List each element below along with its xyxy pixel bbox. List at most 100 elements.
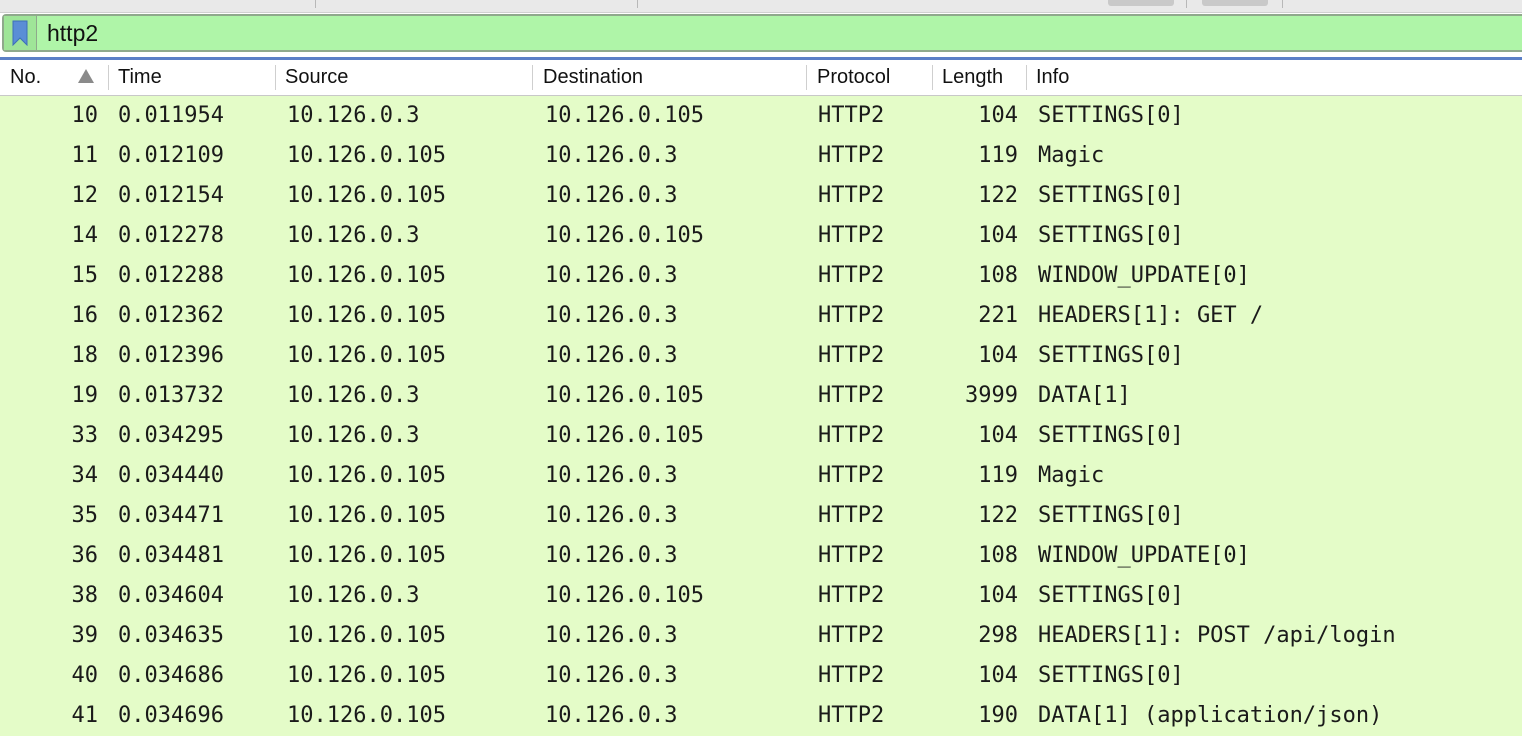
packet-no-cell: 39 — [71, 623, 99, 648]
column-separator[interactable] — [275, 65, 276, 90]
packet-time-cell: 0.034635 — [118, 623, 224, 648]
packet-destination-cell: 10.126.0.3 — [545, 183, 678, 208]
packet-time-cell: 0.011954 — [118, 103, 224, 128]
packet-destination-cell: 10.126.0.3 — [545, 503, 678, 528]
packet-destination-cell: 10.126.0.3 — [545, 703, 678, 728]
packet-protocol-cell: HTTP2 — [818, 543, 885, 568]
display-filter-input[interactable] — [37, 16, 1522, 50]
toolbar-button[interactable] — [1202, 0, 1268, 6]
packet-no-cell: 15 — [71, 263, 99, 288]
packet-row[interactable]: 10 0.011954 10.126.0.3 10.126.0.105 HTTP2 104… — [0, 96, 1522, 136]
packet-source-cell: 10.126.0.105 — [287, 343, 446, 368]
packet-row[interactable]: 36 0.034481 10.126.0.105 10.126.0.3 HTTP2 108… — [0, 536, 1522, 576]
packet-protocol-cell: HTTP2 — [818, 303, 885, 328]
packet-time-cell: 0.034440 — [118, 463, 224, 488]
packet-length-cell: 104 — [978, 343, 1018, 368]
packet-length-cell: 122 — [978, 503, 1018, 528]
packet-protocol-cell: HTTP2 — [818, 463, 885, 488]
display-filter-bar — [2, 14, 1522, 52]
packet-row[interactable]: 35 0.034471 10.126.0.105 10.126.0.3 HTTP2 122… — [0, 496, 1522, 536]
column-separator[interactable] — [806, 65, 807, 90]
packet-source-cell: 10.126.0.105 — [287, 183, 446, 208]
packet-destination-cell: 10.126.0.105 — [545, 383, 704, 408]
packet-source-cell: 10.126.0.3 — [287, 223, 420, 248]
packet-source-cell: 10.126.0.3 — [287, 103, 420, 128]
packet-row[interactable]: 33 0.034295 10.126.0.3 10.126.0.105 HTTP2 104… — [0, 416, 1522, 456]
filter-bookmark-button[interactable] — [4, 16, 37, 50]
column-separator[interactable] — [932, 65, 933, 90]
column-header-label: Source — [285, 66, 349, 88]
packet-destination-cell: 10.126.0.3 — [545, 343, 678, 368]
packet-no-cell: 33 — [71, 423, 99, 448]
packet-time-cell: 0.012154 — [118, 183, 224, 208]
packet-protocol-cell: HTTP2 — [818, 103, 885, 128]
packet-protocol-cell: HTTP2 — [818, 143, 885, 168]
packet-info-cell: DATA[1] — [1038, 383, 1131, 408]
packet-row[interactable]: 16 0.012362 10.126.0.105 10.126.0.3 HTTP2 221… — [0, 296, 1522, 336]
packet-source-cell: 10.126.0.105 — [287, 543, 446, 568]
column-header-info[interactable]: Info — [1036, 60, 1516, 95]
packet-list[interactable]: 10 0.011954 10.126.0.3 10.126.0.105 HTTP2 104… — [0, 96, 1522, 736]
packet-row[interactable]: 40 0.034686 10.126.0.105 10.126.0.3 HTTP2 104… — [0, 656, 1522, 696]
column-separator[interactable] — [532, 65, 533, 90]
column-header-destination[interactable]: Destination — [543, 60, 803, 95]
packet-source-cell: 10.126.0.3 — [287, 383, 420, 408]
packet-no-cell: 12 — [71, 183, 99, 208]
packet-info-cell: Magic — [1038, 463, 1105, 488]
packet-protocol-cell: HTTP2 — [818, 583, 885, 608]
column-separator[interactable] — [1026, 65, 1027, 90]
column-header-time[interactable]: Time — [118, 60, 273, 95]
packet-row[interactable]: 19 0.013732 10.126.0.3 10.126.0.105 HTTP2 399… — [0, 376, 1522, 416]
packet-destination-cell: 10.126.0.105 — [545, 423, 704, 448]
sort-ascending-icon[interactable] — [78, 69, 94, 83]
column-header-source[interactable]: Source — [285, 60, 530, 95]
packet-row[interactable]: 39 0.034635 10.126.0.105 10.126.0.3 HTTP2 298… — [0, 616, 1522, 656]
packet-row[interactable]: 11 0.012109 10.126.0.105 10.126.0.3 HTTP2 119… — [0, 136, 1522, 176]
packet-info-cell: HEADERS[1]: POST /api/login — [1038, 623, 1396, 648]
column-header-protocol[interactable]: Protocol — [817, 60, 929, 95]
packet-length-cell: 104 — [978, 583, 1018, 608]
packet-row[interactable]: 14 0.012278 10.126.0.3 10.126.0.105 HTTP2 104… — [0, 216, 1522, 256]
packet-time-cell: 0.012109 — [118, 143, 224, 168]
packet-destination-cell: 10.126.0.3 — [545, 143, 678, 168]
toolbar-button[interactable] — [1108, 0, 1174, 6]
packet-info-cell: SETTINGS[0] — [1038, 583, 1184, 608]
packet-time-cell: 0.013732 — [118, 383, 224, 408]
packet-source-cell: 10.126.0.105 — [287, 703, 446, 728]
bookmark-icon — [12, 20, 28, 46]
packet-protocol-cell: HTTP2 — [818, 343, 885, 368]
packet-time-cell: 0.034471 — [118, 503, 224, 528]
packet-time-cell: 0.034696 — [118, 703, 224, 728]
column-header-length[interactable]: Length — [942, 60, 1024, 95]
packet-list-header: No. Time Source Destination Protocol Len… — [0, 60, 1522, 96]
packet-no-cell: 38 — [71, 583, 99, 608]
packet-length-cell: 298 — [978, 623, 1018, 648]
packet-length-cell: 119 — [978, 143, 1018, 168]
packet-info-cell: WINDOW_UPDATE[0] — [1038, 543, 1250, 568]
packet-info-cell: SETTINGS[0] — [1038, 183, 1184, 208]
packet-row[interactable]: 18 0.012396 10.126.0.105 10.126.0.3 HTTP2 104… — [0, 336, 1522, 376]
packet-info-cell: WINDOW_UPDATE[0] — [1038, 263, 1250, 288]
main-toolbar — [0, 0, 1522, 13]
packet-row[interactable]: 15 0.012288 10.126.0.105 10.126.0.3 HTTP2 108… — [0, 256, 1522, 296]
packet-destination-cell: 10.126.0.3 — [545, 543, 678, 568]
packet-time-cell: 0.012362 — [118, 303, 224, 328]
column-header-label: No. — [10, 66, 42, 88]
packet-info-cell: SETTINGS[0] — [1038, 663, 1184, 688]
packet-protocol-cell: HTTP2 — [818, 663, 885, 688]
packet-row[interactable]: 38 0.034604 10.126.0.3 10.126.0.105 HTTP2 104… — [0, 576, 1522, 616]
column-separator[interactable] — [108, 65, 109, 90]
packet-info-cell: SETTINGS[0] — [1038, 423, 1184, 448]
packet-row[interactable]: 34 0.034440 10.126.0.105 10.126.0.3 HTTP2 119… — [0, 456, 1522, 496]
packet-info-cell: SETTINGS[0] — [1038, 343, 1184, 368]
packet-source-cell: 10.126.0.105 — [287, 143, 446, 168]
packet-row[interactable]: 12 0.012154 10.126.0.105 10.126.0.3 HTTP2 122… — [0, 176, 1522, 216]
packet-destination-cell: 10.126.0.105 — [545, 583, 704, 608]
packet-protocol-cell: HTTP2 — [818, 503, 885, 528]
packet-row[interactable]: 41 0.034696 10.126.0.105 10.126.0.3 HTTP2 190… — [0, 696, 1522, 736]
column-header-no[interactable]: No. — [10, 60, 110, 95]
toolbar-divider — [1282, 0, 1283, 8]
packet-source-cell: 10.126.0.105 — [287, 663, 446, 688]
column-header-label: Destination — [543, 66, 644, 88]
packet-source-cell: 10.126.0.105 — [287, 623, 446, 648]
